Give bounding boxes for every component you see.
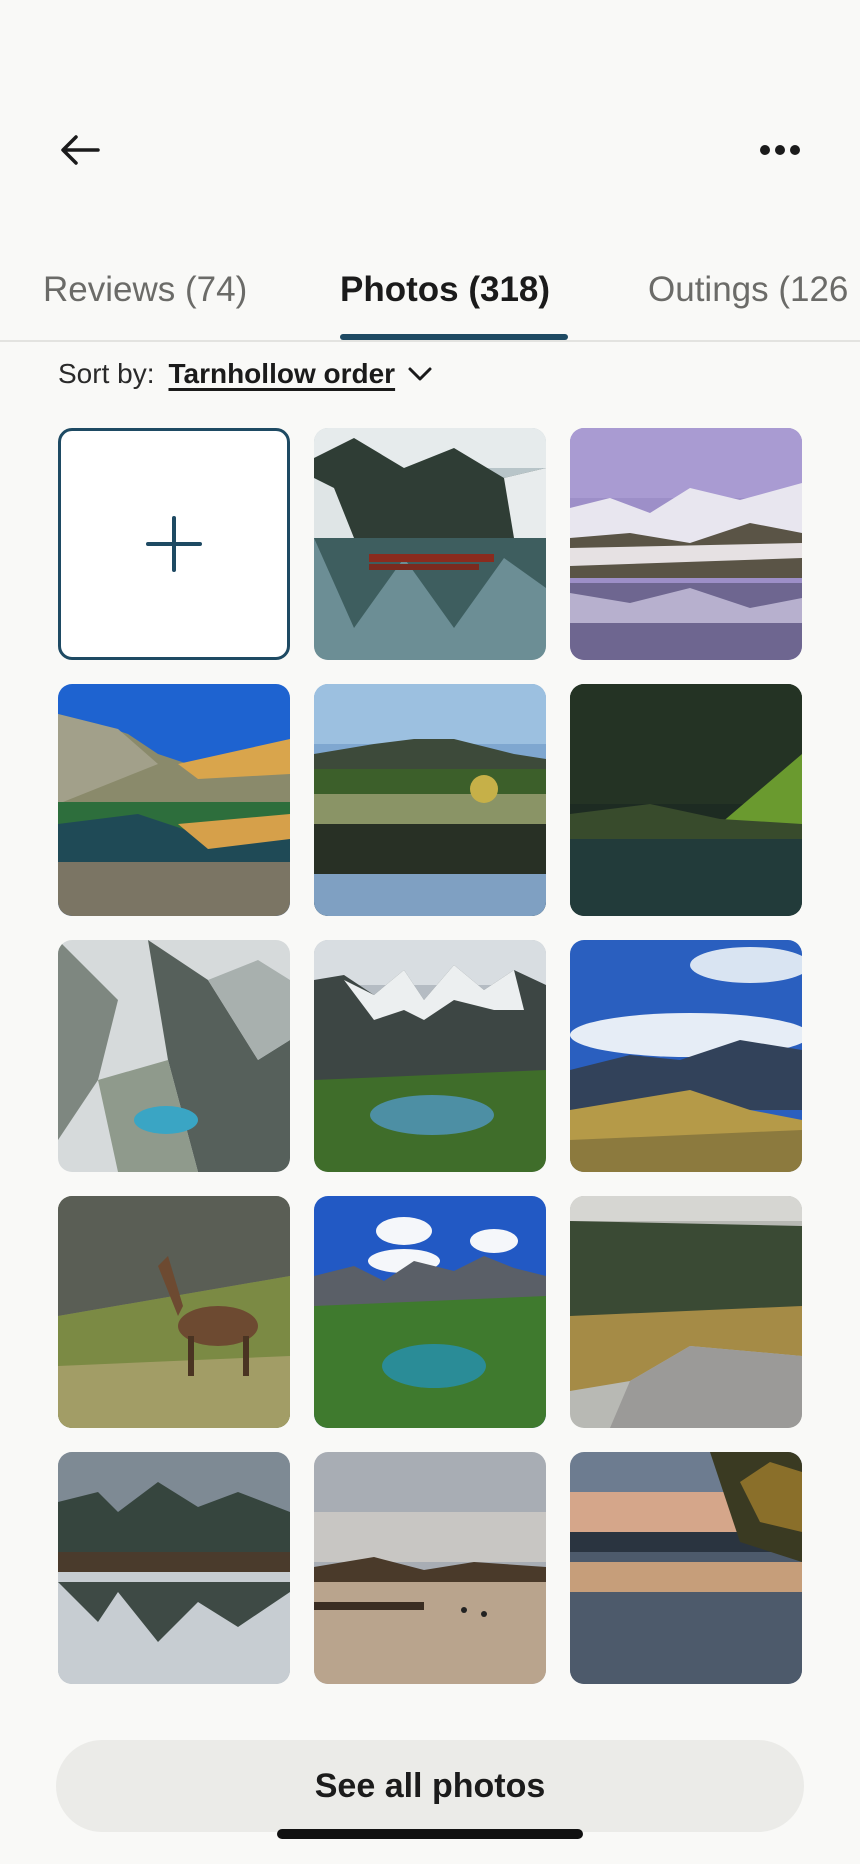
- photo-thumbnail[interactable]: [314, 1196, 546, 1428]
- plus-icon: [146, 516, 202, 572]
- photo-thumbnail[interactable]: [314, 1452, 546, 1684]
- tab-bar: Reviews (74) Photos (318) Outings (126: [0, 262, 860, 342]
- photo-thumbnail[interactable]: [570, 1196, 802, 1428]
- top-bar: [0, 0, 860, 300]
- sort-dropdown[interactable]: Tarnhollow order: [168, 358, 395, 390]
- home-indicator: [277, 1829, 583, 1839]
- photo-thumbnail[interactable]: [58, 1452, 290, 1684]
- photo-thumbnail[interactable]: [314, 940, 546, 1172]
- photo-thumbnail[interactable]: [58, 940, 290, 1172]
- arrow-left-icon: [61, 135, 100, 165]
- chevron-down-icon[interactable]: [407, 365, 433, 383]
- photo-thumbnail[interactable]: [314, 428, 546, 660]
- more-options-button[interactable]: [752, 122, 808, 178]
- photo-thumbnail[interactable]: [314, 684, 546, 916]
- see-all-photos-button[interactable]: See all photos: [56, 1740, 804, 1832]
- photo-thumbnail[interactable]: [570, 684, 802, 916]
- add-photo-button[interactable]: [58, 428, 290, 660]
- photo-thumbnail[interactable]: [570, 428, 802, 660]
- tab-photos[interactable]: Photos (318): [340, 270, 550, 310]
- active-tab-indicator: [340, 334, 568, 340]
- tab-outings[interactable]: Outings (126: [648, 270, 848, 310]
- photo-thumbnail[interactable]: [570, 1452, 802, 1684]
- photo-thumbnail[interactable]: [58, 684, 290, 916]
- tab-reviews[interactable]: Reviews (74): [43, 270, 247, 310]
- photo-thumbnail[interactable]: [58, 1196, 290, 1428]
- sort-row: Sort by: Tarnhollow order: [58, 354, 433, 394]
- more-horizontal-icon: [760, 145, 800, 155]
- photo-thumbnail[interactable]: [570, 940, 802, 1172]
- photo-grid: [58, 428, 802, 1684]
- back-button[interactable]: [52, 122, 108, 178]
- sort-label: Sort by:: [58, 358, 155, 389]
